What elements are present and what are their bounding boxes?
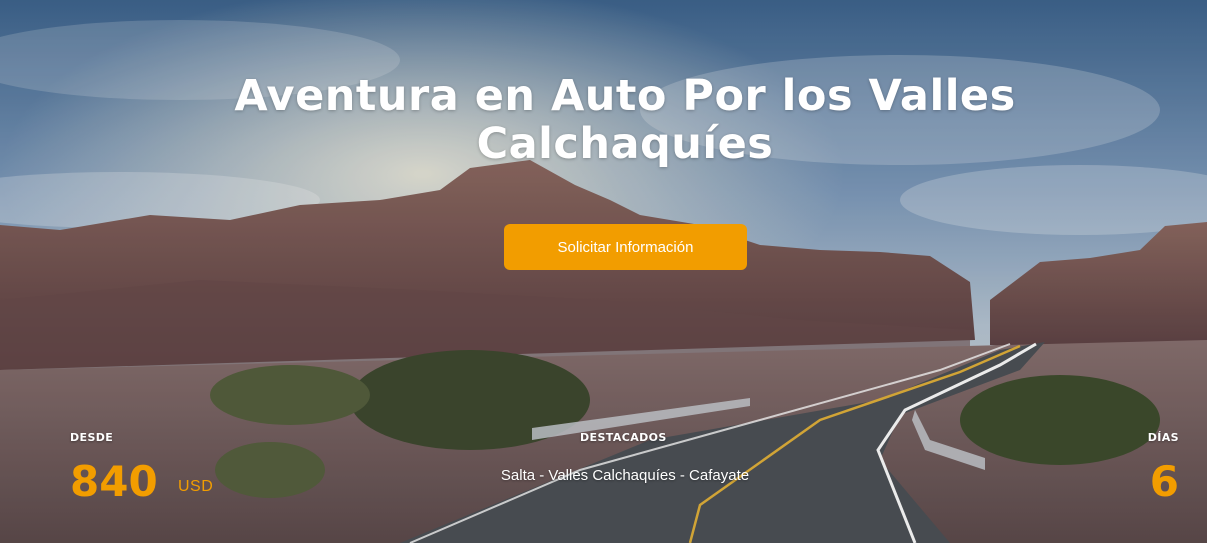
highlights-text: Salta - Valles Calchaquíes - Cafayate	[500, 467, 750, 484]
price-amount: 840	[70, 457, 158, 506]
request-info-button[interactable]: Solicitar Información	[504, 224, 747, 270]
days-value: 6	[1149, 457, 1179, 506]
page-title: Aventura en Auto Por los Valles Calchaqu…	[150, 72, 1100, 168]
price-label: DESDE	[70, 431, 114, 444]
highlights-label: DESTACADOS	[580, 431, 667, 444]
days-label: DÍAS	[1147, 431, 1179, 444]
price-currency: USD	[178, 478, 214, 495]
hero-banner: Aventura en Auto Por los Valles Calchaqu…	[0, 0, 1207, 543]
page-title-line-1: Aventura en Auto Por los Valles	[234, 71, 1016, 121]
page-title-line-2: Calchaquíes	[476, 119, 774, 169]
